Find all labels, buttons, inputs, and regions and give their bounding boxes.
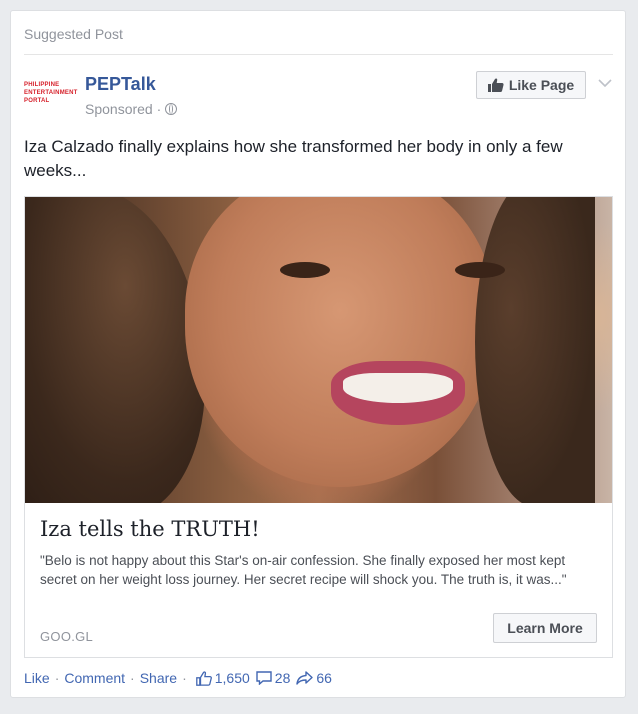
like-action[interactable]: Like (24, 670, 50, 686)
comments-count[interactable]: 28 (256, 670, 290, 686)
thumbs-up-icon (487, 78, 504, 92)
suggested-post-label: Suggested Post (24, 26, 123, 42)
link-domain: GOO.GL (40, 629, 94, 644)
post-text: Iza Calzado finally explains how she tra… (24, 137, 563, 180)
page-logo[interactable]: PHILIPPINE ENTERTAINMENT PORTAL (24, 73, 77, 115)
post-actions: Like · Comment · Share · 1,650 28 66 (24, 670, 332, 686)
comment-action[interactable]: Comment (64, 670, 125, 686)
header-divider (24, 54, 613, 55)
page-name-link[interactable]: PEPTalk (85, 74, 156, 95)
globe-icon (165, 103, 178, 115)
chevron-down-icon[interactable] (598, 79, 612, 87)
link-preview[interactable]: Iza tells the TRUTH! "Belo is not happy … (24, 196, 613, 658)
comment-bubble-icon (256, 671, 272, 685)
share-arrow-icon (296, 671, 314, 685)
link-description: "Belo is not happy about this Star's on-… (40, 553, 567, 587)
link-title[interactable]: Iza tells the TRUTH! (40, 517, 260, 541)
likes-count[interactable]: 1,650 (195, 670, 250, 686)
shares-count[interactable]: 66 (296, 670, 332, 686)
thumbs-up-outline-icon (195, 670, 212, 686)
sponsored-label: Sponsored · (85, 101, 178, 117)
like-page-button[interactable]: Like Page (476, 71, 586, 99)
logo-text: PHILIPPINE ENTERTAINMENT PORTAL (24, 82, 78, 104)
learn-more-button[interactable]: Learn More (493, 613, 597, 643)
sponsored-post-card: Suggested Post PHILIPPINE ENTERTAINMENT … (10, 10, 626, 698)
post-header: PHILIPPINE ENTERTAINMENT PORTAL PEPTalk … (24, 71, 614, 121)
link-image[interactable] (25, 197, 612, 503)
share-action[interactable]: Share (140, 670, 177, 686)
